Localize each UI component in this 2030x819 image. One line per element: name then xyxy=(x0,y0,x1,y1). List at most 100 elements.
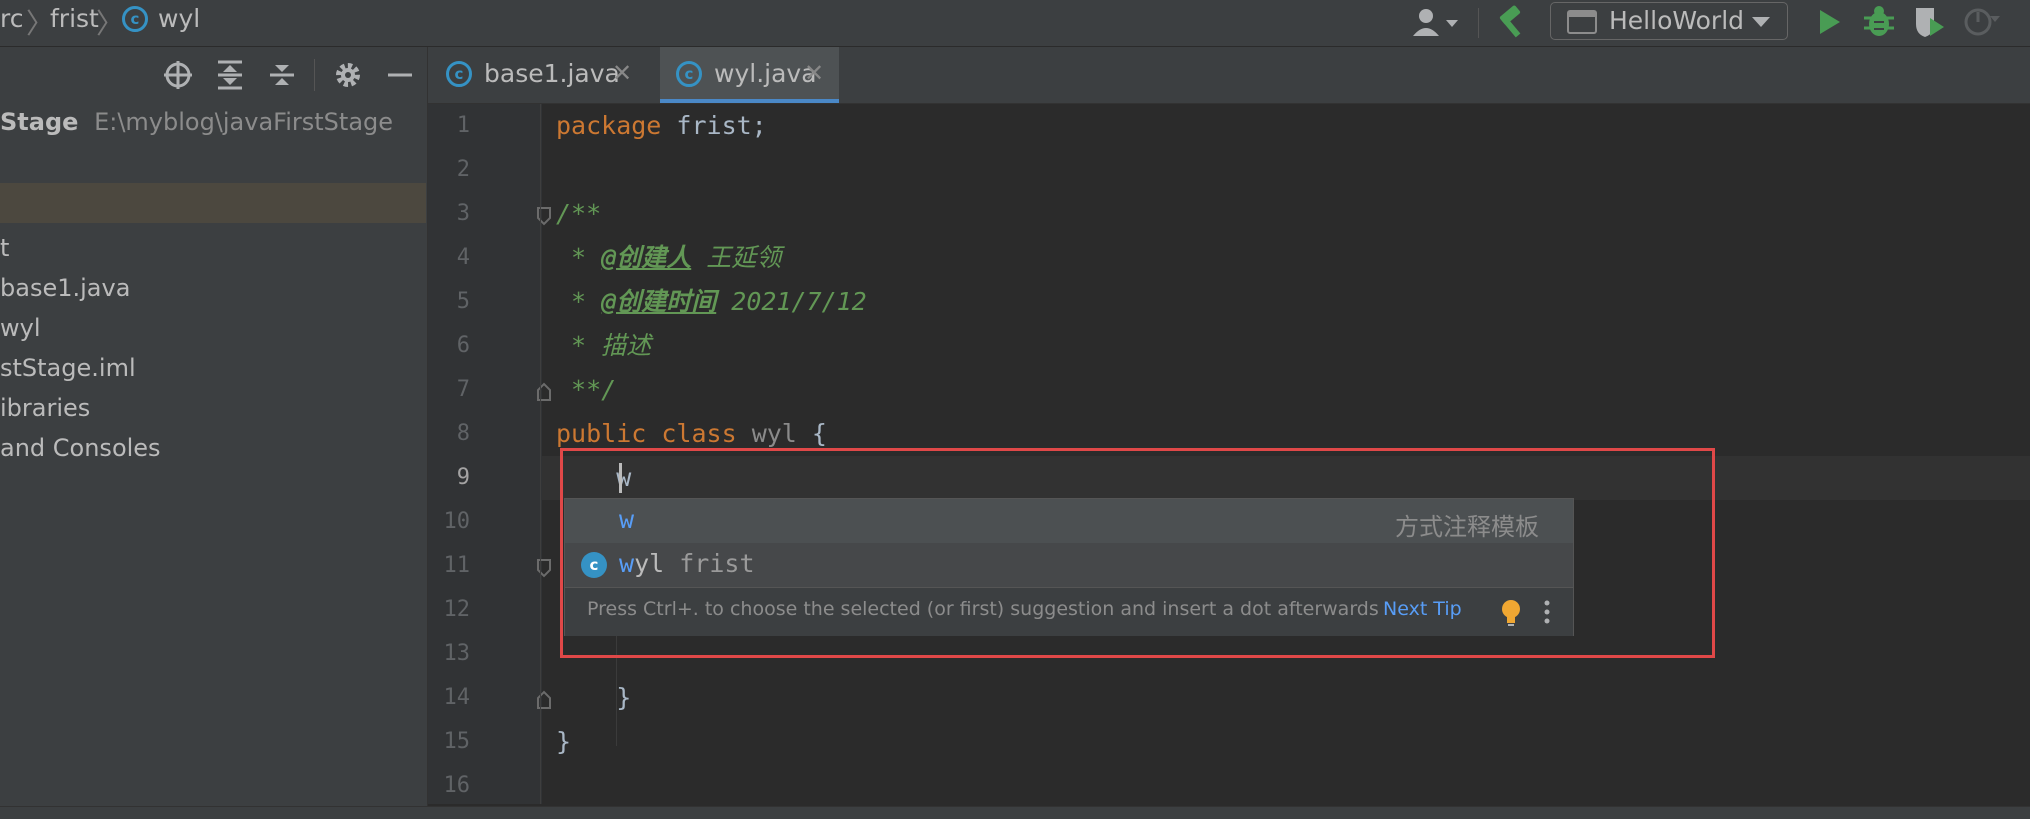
keyword-package: package xyxy=(556,111,662,140)
completion-item-text: wyl frist xyxy=(619,549,755,578)
tab-wyl-java[interactable]: c wyl.java ✕ xyxy=(660,47,839,103)
project-root-row[interactable]: Stage E:\myblog\javaFirstStage xyxy=(0,105,393,139)
code-line-6: * 描述 xyxy=(556,331,652,360)
tab-base1-java[interactable]: c base1.java ✕ xyxy=(428,47,650,103)
gear-icon[interactable] xyxy=(332,59,364,91)
open-brace: { xyxy=(811,419,827,448)
toolbar-separator xyxy=(314,59,315,91)
active-tab-indicator xyxy=(660,99,839,103)
completion-item-selected[interactable]: w 方式注释模板 xyxy=(565,499,1573,543)
line-number: 1 xyxy=(456,113,470,138)
code-line-4: * @创建人 王延领 xyxy=(556,236,781,280)
line-number: 8 xyxy=(456,421,470,446)
keyword-public: public xyxy=(556,419,647,448)
collapse-all-icon[interactable] xyxy=(266,59,298,91)
tree-item-base1-java[interactable]: base1.java xyxy=(0,271,130,305)
run-configuration-label: HelloWorld xyxy=(1609,6,1745,35)
doc-tag-created-time: @创建时间 xyxy=(601,287,717,316)
status-bar xyxy=(0,806,2030,819)
line-number: 10 xyxy=(443,509,471,534)
line-number: 6 xyxy=(456,333,470,358)
profiler-icon[interactable] xyxy=(1962,4,2002,40)
doc-author-value: 王延领 xyxy=(691,243,782,272)
class-name: wyl xyxy=(751,419,797,448)
close-icon[interactable]: ✕ xyxy=(804,59,824,87)
tab-label: wyl.java xyxy=(714,59,817,88)
line-number: 14 xyxy=(443,685,471,710)
text-caret xyxy=(619,463,622,493)
project-tool-window: Stage E:\myblog\javaFirstStage t base1.j… xyxy=(0,47,428,818)
completion-item-text: w xyxy=(619,505,634,534)
run-icon[interactable] xyxy=(1814,6,1844,38)
completion-match: w xyxy=(619,505,635,534)
doc-date-value: 2021/7/12 xyxy=(716,287,867,316)
fold-marker-icon[interactable] xyxy=(536,690,552,710)
doc-tag-author: @创建人 xyxy=(601,243,692,272)
tree-item-wyl[interactable]: wyl xyxy=(0,311,41,345)
code-line-15: } xyxy=(556,727,572,756)
class-icon: c xyxy=(446,61,472,87)
user-account-icon[interactable] xyxy=(1410,6,1462,38)
debug-icon[interactable] xyxy=(1862,4,1896,40)
code-line-1: package frist; xyxy=(556,104,767,148)
tree-item-iml[interactable]: stStage.iml xyxy=(0,351,136,385)
close-icon[interactable]: ✕ xyxy=(612,59,632,87)
line-number: 16 xyxy=(443,773,471,798)
code-line-7: **/ xyxy=(556,375,617,404)
window-icon xyxy=(1567,10,1597,34)
package-name: frist; xyxy=(661,111,767,140)
tree-item-external-libraries[interactable]: ibraries xyxy=(0,391,90,425)
completion-match: w xyxy=(619,549,635,578)
code-editor[interactable]: 1 2 3 4 5 6 7 8 9 10 11 12 13 14 15 16 p… xyxy=(428,104,2030,804)
lightbulb-icon[interactable] xyxy=(1498,598,1524,628)
completion-rest: yl xyxy=(634,549,665,578)
next-tip-link[interactable]: Next Tip xyxy=(1383,598,1462,620)
fold-marker-icon[interactable] xyxy=(536,382,552,402)
line-number-gutter[interactable]: 1 2 3 4 5 6 7 8 9 10 11 12 13 14 15 16 xyxy=(428,104,551,804)
line-number: 11 xyxy=(443,553,471,578)
line-number-current: 9 xyxy=(456,465,470,490)
expand-all-icon[interactable] xyxy=(214,59,246,91)
doc-star: * xyxy=(556,243,602,272)
line-number: 3 xyxy=(456,201,470,226)
completion-tip-text: Press Ctrl+. to choose the selected (or … xyxy=(587,598,1379,620)
code-line-5: * @创建时间 2021/7/12 xyxy=(556,280,867,324)
line-number: 12 xyxy=(443,597,471,622)
project-root-name: Stage xyxy=(0,108,79,136)
completion-item[interactable]: c wyl frist xyxy=(565,543,1573,587)
breadcrumb-separator: 〉 xyxy=(96,7,125,40)
tab-label: base1.java xyxy=(484,59,620,88)
line-number: 2 xyxy=(456,157,470,182)
code-completion-popup: w 方式注释模板 c wyl frist Press Ctrl+. to cho… xyxy=(564,498,1574,636)
fold-marker-icon[interactable] xyxy=(536,558,552,578)
class-icon: c xyxy=(581,552,607,578)
line-number: 5 xyxy=(456,289,470,314)
line-number: 7 xyxy=(456,377,470,402)
completion-item-type-hint: 方式注释模板 xyxy=(1395,513,1539,541)
project-panel-toolbar xyxy=(0,47,427,103)
fold-marker-icon[interactable] xyxy=(536,206,552,226)
run-configuration-selector[interactable]: HelloWorld xyxy=(1550,2,1788,40)
keyword-class: class xyxy=(661,419,737,448)
hide-panel-icon[interactable] xyxy=(384,59,416,91)
run-with-coverage-icon[interactable] xyxy=(1912,4,1946,40)
toolbar-separator xyxy=(1478,8,1479,38)
navigation-bar: rc 〉 frist 〉 c wyl HelloWorld xyxy=(0,0,2030,47)
current-line-highlight xyxy=(542,456,2030,500)
locate-crosshair-icon[interactable] xyxy=(162,59,194,91)
class-icon: c xyxy=(122,6,148,32)
completion-footer: Press Ctrl+. to choose the selected (or … xyxy=(565,587,1573,636)
completion-package: frist xyxy=(679,549,755,578)
line-number: 15 xyxy=(443,729,471,754)
breadcrumb-item-package[interactable]: frist xyxy=(50,4,99,34)
doc-star: * xyxy=(556,287,602,316)
tree-item-scratches-consoles[interactable]: and Consoles xyxy=(0,431,161,465)
build-hammer-icon[interactable] xyxy=(1494,4,1530,40)
tree-item[interactable]: t xyxy=(0,231,9,265)
breadcrumb-item-class[interactable]: wyl xyxy=(158,4,200,34)
more-options-icon[interactable] xyxy=(1541,598,1553,628)
gutter-separator xyxy=(540,104,541,804)
code-line-3: /** xyxy=(556,199,602,228)
tree-selected-row[interactable] xyxy=(0,183,426,223)
breadcrumb-item-src[interactable]: rc xyxy=(0,4,23,34)
